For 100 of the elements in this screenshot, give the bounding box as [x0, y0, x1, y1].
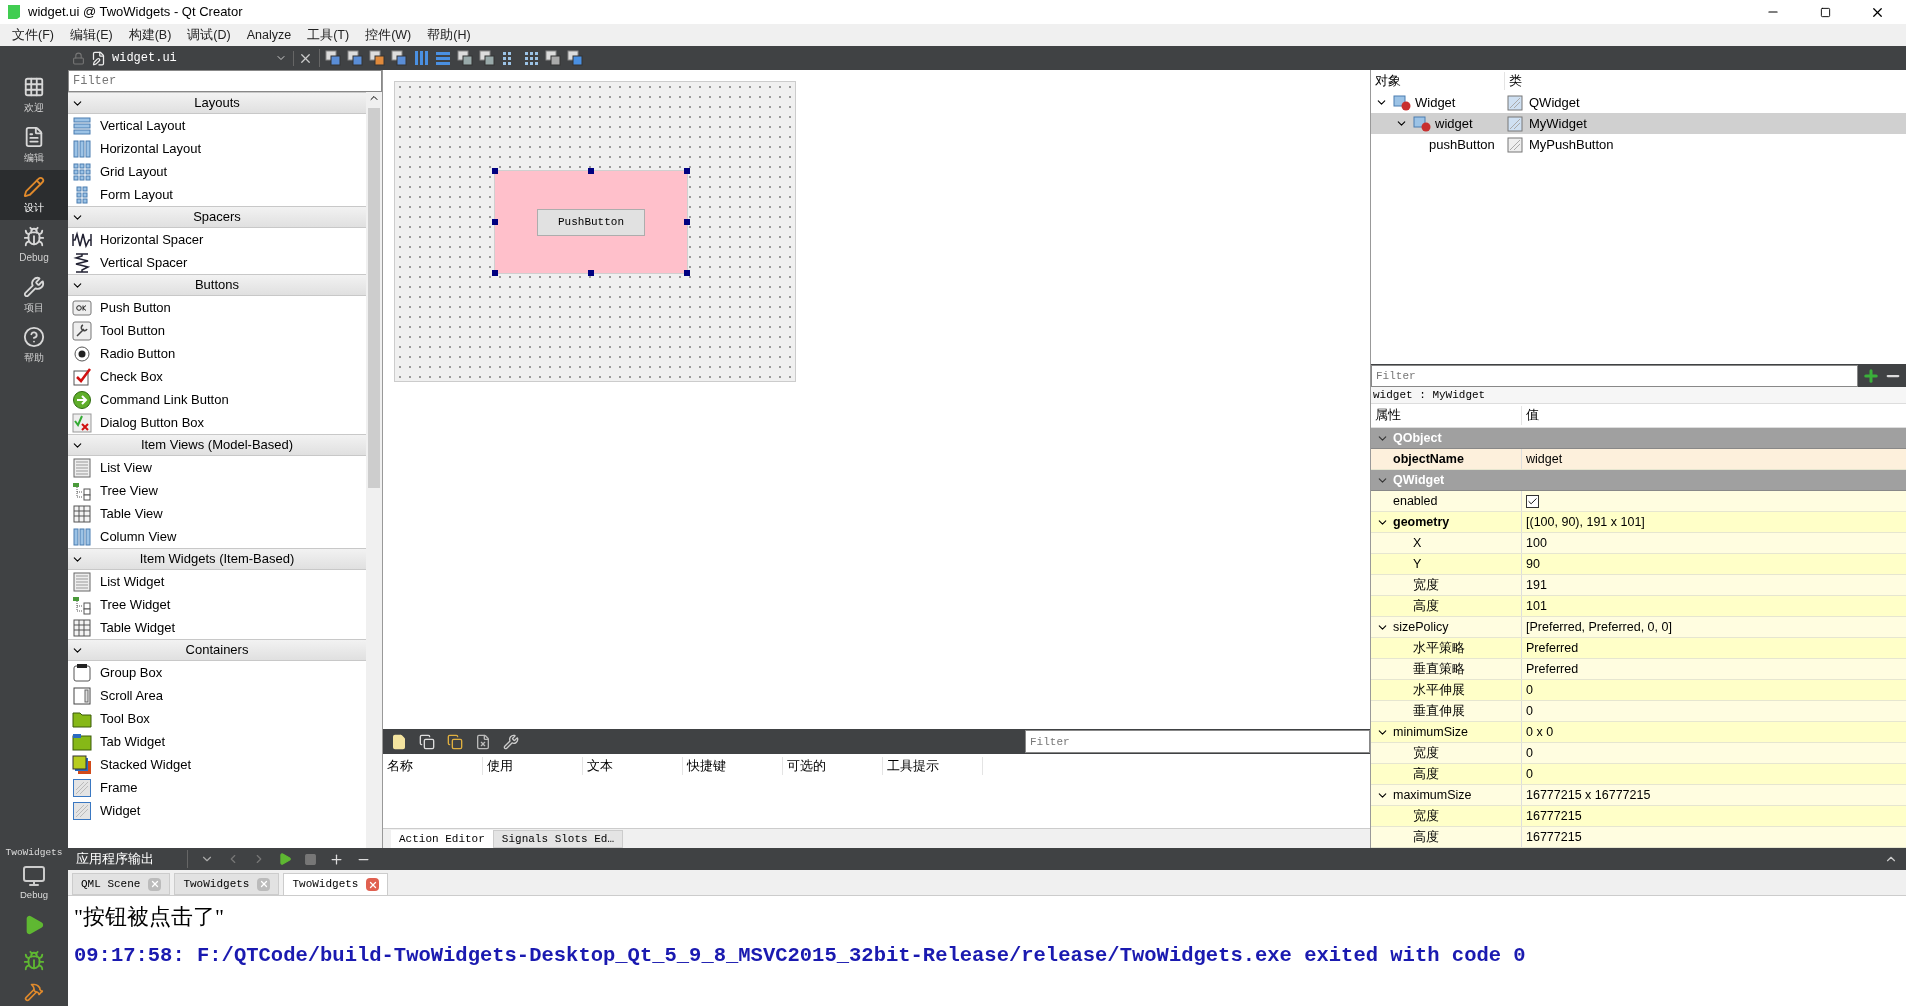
widget-item[interactable]: Tree Widget	[68, 593, 366, 616]
widget-item[interactable]: Command Link Button	[68, 388, 366, 411]
widget-item[interactable]: Push Button	[68, 296, 366, 319]
widget-item[interactable]: Grid Layout	[68, 160, 366, 183]
push-button[interactable]: PushButton	[537, 208, 645, 236]
category-header[interactable]: Buttons	[68, 274, 366, 296]
column-header[interactable]: 名称	[383, 756, 483, 776]
category-header[interactable]: Layouts	[68, 92, 366, 114]
run-icon[interactable]	[278, 852, 292, 866]
resize-handle[interactable]	[588, 270, 594, 276]
widget-item[interactable]: List View	[68, 456, 366, 479]
column-header[interactable]: 使用	[483, 756, 583, 776]
property-value[interactable]: widget	[1526, 449, 1563, 469]
maximize-icon[interactable]	[1819, 6, 1831, 18]
mode-button[interactable]: 欢迎	[0, 70, 68, 120]
widget-item[interactable]: Dialog Button Box	[68, 411, 366, 434]
resize-handle[interactable]	[684, 270, 690, 276]
menu-item[interactable]: 文件(F)	[4, 25, 62, 45]
mode-button[interactable]: 帮助	[0, 320, 68, 370]
output-tab[interactable]: TwoWidgets	[283, 873, 389, 895]
property-value[interactable]: 100	[1526, 533, 1547, 553]
category-header[interactable]: Containers	[68, 639, 366, 661]
wrench-icon[interactable]	[503, 733, 519, 750]
filter-field[interactable]: Filter	[68, 70, 382, 92]
kit-selector[interactable]: Debug	[20, 863, 48, 902]
property-value[interactable]: 90	[1526, 554, 1540, 574]
output-tab[interactable]: QML Scene	[72, 873, 171, 895]
property-value[interactable]: 16777215 x 16777215	[1526, 785, 1651, 805]
menu-item[interactable]: 控件(W)	[357, 25, 420, 45]
object-row[interactable]: widget MyWidget	[1371, 113, 1906, 134]
property-value[interactable]: 101	[1526, 596, 1547, 616]
widget-item[interactable]: Table View	[68, 502, 366, 525]
widget-item[interactable]: Stacked Widget	[68, 753, 366, 776]
editor-tab[interactable]: Action Editor	[391, 830, 493, 848]
widget-item[interactable]: Horizontal Layout	[68, 137, 366, 160]
widget-item[interactable]: Frame	[68, 776, 366, 799]
widget-item[interactable]: Group Box	[68, 661, 366, 684]
mode-button[interactable]: 项目	[0, 270, 68, 320]
form-canvas[interactable]: PushButton	[394, 81, 796, 382]
resize-handle[interactable]	[588, 168, 594, 174]
column-header[interactable]: 对象	[1371, 71, 1505, 91]
editor-tab[interactable]: Signals Slots Ed…	[492, 830, 624, 848]
delete-icon[interactable]	[475, 733, 491, 750]
monitor-icon[interactable]	[22, 863, 46, 888]
category-header[interactable]: Item Views (Model-Based)	[68, 434, 366, 456]
add-icon[interactable]	[1862, 366, 1880, 385]
mode-button[interactable]: 编辑	[0, 120, 68, 170]
copy-icon[interactable]	[419, 733, 435, 750]
column-header[interactable]: 类	[1505, 71, 1522, 91]
menu-item[interactable]: 工具(T)	[299, 25, 358, 45]
mode-button[interactable]: Debug	[0, 220, 68, 270]
filter-field[interactable]: Filter	[1025, 730, 1370, 753]
widget-item[interactable]: Tab Widget	[68, 730, 366, 753]
checkbox[interactable]	[1526, 494, 1539, 508]
property-value[interactable]: 0	[1526, 701, 1533, 721]
resize-handle[interactable]	[684, 219, 690, 225]
widget-item[interactable]: Widget	[68, 799, 366, 822]
widget-item[interactable]: Tool Button	[68, 319, 366, 342]
menu-item[interactable]: 帮助(H)	[419, 25, 479, 45]
category-header[interactable]: Spacers	[68, 206, 366, 228]
widget-item[interactable]: Tool Box	[68, 707, 366, 730]
menu-item[interactable]: 构建(B)	[120, 25, 180, 45]
resize-handle[interactable]	[492, 270, 498, 276]
column-header[interactable]: 工具提示	[883, 756, 983, 776]
document-selector[interactable]: widget.ui	[112, 49, 287, 67]
widget-item[interactable]: Scroll Area	[68, 684, 366, 707]
widget-item[interactable]: Radio Button	[68, 342, 366, 365]
property-value[interactable]: [(100, 90), 191 x 101]	[1526, 512, 1645, 532]
property-value[interactable]: Preferred	[1526, 659, 1579, 679]
widget-item[interactable]: Vertical Spacer	[68, 251, 366, 274]
filter-field[interactable]: Filter	[1371, 364, 1858, 387]
property-value[interactable]: Preferred	[1526, 638, 1579, 658]
property-value[interactable]: 191	[1526, 575, 1547, 595]
resize-handle[interactable]	[492, 168, 498, 174]
widget-item[interactable]: Form Layout	[68, 183, 366, 206]
column-header[interactable]: 值	[1522, 406, 1539, 426]
mode-button[interactable]: 设计	[0, 170, 68, 220]
property-value[interactable]: 0	[1526, 680, 1533, 700]
column-header[interactable]: 快捷键	[683, 756, 783, 776]
property-value[interactable]: 0 x 0	[1526, 722, 1554, 742]
property-value[interactable]: 16777215	[1526, 827, 1582, 847]
resize-handle[interactable]	[684, 168, 690, 174]
widget-item[interactable]: Vertical Layout	[68, 114, 366, 137]
widget-item[interactable]: List Widget	[68, 570, 366, 593]
property-value[interactable]: 0	[1526, 764, 1533, 784]
property-value[interactable]: 0	[1526, 743, 1533, 763]
widget-item[interactable]: Horizontal Spacer	[68, 228, 366, 251]
widget-item[interactable]: Column View	[68, 525, 366, 548]
custom-widget[interactable]: PushButton	[495, 171, 687, 273]
widget-item[interactable]: Check Box	[68, 365, 366, 388]
property-value[interactable]: [Preferred, Preferred, 0, 0]	[1526, 617, 1672, 637]
menu-item[interactable]: 编辑(E)	[61, 25, 121, 45]
widget-item[interactable]: Table Widget	[68, 616, 366, 639]
scrollbar[interactable]	[366, 92, 382, 848]
new-action-icon[interactable]	[391, 733, 407, 750]
menu-item[interactable]: 调试(D)	[179, 25, 239, 45]
close-icon[interactable]	[293, 50, 313, 66]
grid-icon[interactable]	[522, 49, 540, 67]
output-tab[interactable]: TwoWidgets	[174, 873, 280, 895]
resize-handle[interactable]	[492, 219, 498, 225]
